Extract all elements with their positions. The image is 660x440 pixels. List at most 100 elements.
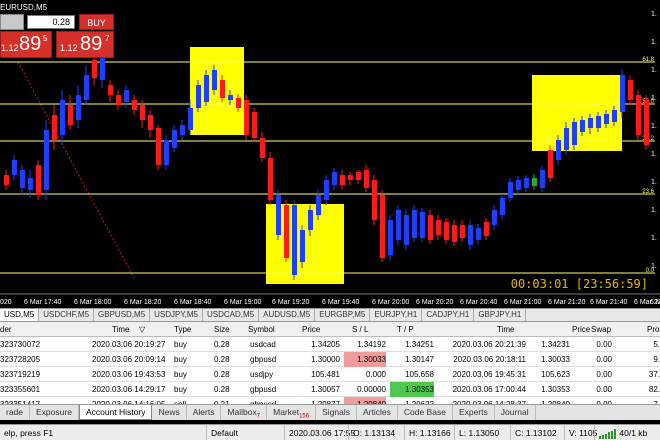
col-time[interactable]: Time (112, 322, 129, 337)
buy-price-pips: 89 (80, 33, 103, 55)
cell-symbol: gbpusd (250, 385, 277, 394)
terminal-tabs: rade Exposure Account History News Alerts Mai… (0, 404, 660, 420)
terminal-tab[interactable]: Market156 (267, 405, 317, 420)
price-axis-label: 1. (651, 179, 657, 186)
terminal-tab[interactable]: Journal (495, 405, 536, 420)
sell-price-button[interactable]: 1.12 89 5 (0, 31, 52, 58)
symbol-tab[interactable]: GBPUSD,M5 (94, 309, 151, 321)
col-symbol[interactable]: Symbol (248, 322, 275, 337)
terminal-tab[interactable]: rade (0, 405, 31, 420)
time-axis-label: 6 Mar 17:40 (24, 299, 61, 306)
table-row[interactable]: 323728205 2020.03.06 20:09:14 buy 0.28 gbpus… (0, 352, 660, 367)
col-type[interactable]: Type (174, 322, 191, 337)
terminal-tab[interactable]: Alerts (187, 405, 222, 420)
symbol-tab[interactable]: CADJPY,H1 (422, 309, 475, 321)
candle (76, 85, 81, 128)
candle (124, 85, 129, 108)
time-axis-label: 6 Mar 19:40 (322, 299, 359, 306)
tab-count-badge: 7 (256, 413, 261, 420)
price-chart[interactable]: 61.850.038.223.60.000:03:01 [23:56:59]1.… (0, 0, 660, 306)
cell-type: buy (174, 340, 187, 349)
time-axis-label: 6 Mar 20:40 (460, 299, 497, 306)
sell-button[interactable] (0, 14, 24, 30)
candle (364, 165, 369, 192)
cell-profit: 37. (648, 370, 660, 379)
cell-time: 2020.03.06 19:43:53 (92, 370, 166, 379)
candle (484, 218, 489, 240)
cell-time2: 2020.03.06 20:18:11 (453, 355, 526, 364)
symbol-tab[interactable]: GBPJPY,H1 (474, 309, 527, 321)
candle (60, 90, 65, 145)
terminal-tab[interactable]: News (152, 405, 187, 420)
col-profit[interactable]: Pro (647, 322, 659, 337)
candle (276, 190, 281, 240)
col-tp[interactable]: T / P (397, 322, 414, 337)
candle (68, 95, 73, 130)
connection-bars-icon (599, 428, 616, 439)
symbol-tab[interactable]: USDJPY,M5 (150, 309, 204, 321)
candle (324, 175, 329, 205)
status-bar: elp, press F1 Default 2020.03.06 17:55 O… (0, 424, 660, 440)
status-profile[interactable]: Default (206, 425, 284, 440)
table-header: der Time ▽ Type Size Symbol Price S / L … (0, 322, 660, 337)
col-size[interactable]: Size (214, 322, 230, 337)
candle (164, 135, 169, 170)
status-close: C: 1.13102 (510, 425, 564, 440)
cell-swap: 0.00 (596, 370, 612, 379)
symbol-tab[interactable]: EURGBP,M5 (315, 309, 371, 321)
symbol-tab[interactable]: USD,M5 (0, 309, 40, 321)
terminal-tab[interactable]: Signals (316, 405, 357, 420)
table-row[interactable]: 323730072 2020.03.06 20:19:27 buy 0.28 usdca… (0, 337, 660, 352)
cell-swap: 0.00 (596, 385, 612, 394)
connection-status[interactable]: 40/1 kb (594, 425, 660, 440)
lot-size-input[interactable]: 0.28 (27, 15, 75, 29)
candle (492, 205, 497, 230)
cell-tp: 1.30147 (405, 355, 434, 364)
col-close-time[interactable]: Time (497, 322, 514, 337)
symbol-tab[interactable]: USDCHF,M5 (39, 309, 95, 321)
candle (516, 176, 521, 194)
col-close-price[interactable]: Price (572, 322, 590, 337)
terminal-tab-label: Code Base (403, 407, 446, 417)
terminal-tab[interactable]: Exposure (30, 405, 79, 420)
symbol-tab[interactable]: EURJPY,H1 (370, 309, 423, 321)
cell-size: 0.28 (214, 355, 230, 364)
buy-button[interactable]: BUY (79, 14, 114, 30)
symbol-tab[interactable]: USDCAD,M5 (203, 309, 260, 321)
candle (332, 168, 337, 190)
status-low: L: 1.13050 (454, 425, 510, 440)
col-price[interactable]: Price (302, 322, 320, 337)
terminal-tab[interactable]: Code Base (398, 405, 453, 420)
cell-swap: 0.00 (596, 355, 612, 364)
terminal-tab[interactable]: Account History (78, 405, 153, 420)
terminal-tab[interactable]: Experts (453, 405, 495, 420)
trend-line[interactable] (17, 61, 135, 279)
candle (132, 95, 137, 115)
col-swap[interactable]: Swap (591, 322, 611, 337)
col-sl[interactable]: S / L (352, 322, 368, 337)
terminal-tab[interactable]: Mailbox7 (221, 405, 268, 420)
table-row[interactable]: 323719219 2020.03.06 19:43:53 buy 0.28 usdjp… (0, 367, 660, 382)
candle (628, 76, 633, 105)
status-help: elp, press F1 (4, 428, 54, 438)
cell-sl: 0.00000 (357, 385, 386, 394)
cell-price2: 1.30353 (541, 385, 570, 394)
buy-price-button[interactable]: 1.12 89 7 (56, 31, 114, 58)
col-order[interactable]: der (0, 322, 12, 337)
cell-time2: 2020.03.06 20:21:39 (452, 340, 526, 349)
cell-size: 0.28 (214, 385, 230, 394)
time-axis-label: 6 Mar 19:00 (224, 299, 261, 306)
candle (108, 80, 113, 102)
sell-price-points: 5 (43, 34, 48, 43)
terminal-tab-label: Account History (85, 407, 146, 417)
buy-price-points: 7 (105, 34, 110, 43)
time-axis-label: 6 Mar 18:20 (124, 299, 161, 306)
candle (12, 155, 17, 180)
time-axis-label: 6 Mar (650, 299, 660, 306)
symbol-tab[interactable]: AUDUSD,M5 (259, 309, 316, 321)
cell-sl: 1.30033 (344, 352, 386, 367)
terminal-tab[interactable]: Articles (357, 405, 398, 420)
cell-price: 1.30000 (311, 355, 340, 364)
table-row[interactable]: 323355601 2020.03.06 14:29:17 buy 0.28 gbpus… (0, 382, 660, 397)
candle (116, 90, 121, 110)
